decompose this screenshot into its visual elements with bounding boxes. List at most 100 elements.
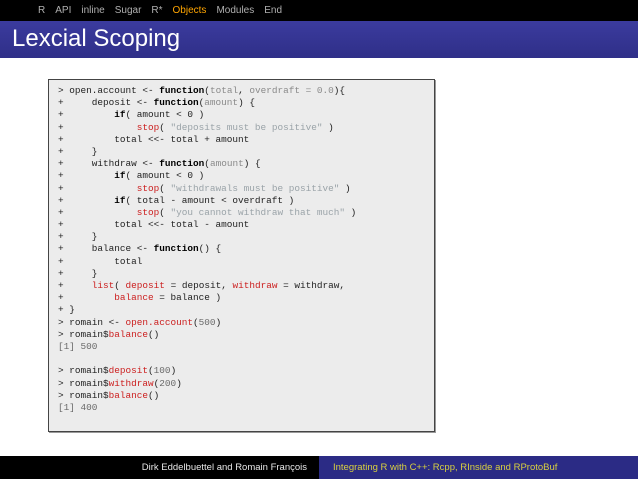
code-token: withdraw	[108, 377, 154, 389]
code-token: if	[114, 194, 126, 206]
code-token: + total <<- total - amount	[58, 219, 250, 231]
code-token: +	[58, 121, 137, 133]
footer-talk-title: Integrating R with C++: Rcpp, RInside an…	[333, 462, 558, 473]
code-token: +	[58, 109, 115, 121]
code-line: + list( deposit = deposit, withdraw = wi…	[58, 280, 356, 292]
code-token: + }	[58, 231, 98, 243]
code-token: )	[176, 377, 182, 389]
code-token: function	[153, 97, 199, 109]
nav-item-sugar[interactable]: Sugar	[110, 5, 147, 16]
code-line: + stop( "you cannot withdraw that much" …	[58, 207, 356, 219]
code-token: balance	[108, 328, 149, 340]
code-token: > romain$	[58, 389, 109, 401]
code-line: + deposit <- function(amount) {	[58, 97, 356, 109]
code-token: stop	[136, 206, 160, 218]
code-token: = deposit,	[164, 280, 233, 291]
code-token: +	[58, 170, 115, 182]
code-line: + }	[58, 231, 356, 243]
code-token: + total <<- total + amount	[58, 133, 250, 145]
code-token: ()	[148, 328, 160, 340]
code-token: 100	[153, 365, 171, 377]
code-line: > romain$balance()	[58, 390, 356, 402]
code-token: balance	[114, 292, 154, 304]
nav-item-objects[interactable]: Objects	[168, 5, 212, 16]
code-token: > romain$	[58, 328, 109, 340]
slide-body: > open.account <- function ( total, overdr…	[0, 58, 638, 456]
code-token: )	[339, 182, 351, 194]
code-line: + }	[58, 146, 356, 158]
nav-item-modules[interactable]: Modules	[211, 5, 259, 16]
code-token: + balance <-	[58, 243, 154, 255]
nav-item-inline[interactable]: inline	[76, 5, 109, 16]
code-listing: > open.account <- function ( total, overdr…	[58, 85, 356, 414]
code-token: stop	[136, 121, 160, 133]
code-token: = withdraw,	[277, 280, 345, 291]
code-token: ,	[238, 85, 250, 96]
code-token: stop	[136, 182, 160, 194]
code-line: + }	[58, 268, 356, 280]
footer-title-panel: Integrating R with C++: Rcpp, RInside an…	[319, 456, 638, 479]
code-token: > open.account <-	[58, 85, 160, 96]
code-token: ) {	[238, 97, 255, 109]
code-line: + balance <- function() {	[58, 243, 356, 255]
code-token: [1] 500	[58, 340, 98, 352]
code-line: + total	[58, 256, 356, 268]
nav-item-r[interactable]: R	[0, 5, 50, 16]
code-token: > romain$	[58, 365, 109, 377]
slide-title-bar: Lexcial Scoping	[0, 21, 638, 58]
code-token: balance	[108, 389, 149, 401]
code-line: + if( amount < 0 )	[58, 109, 356, 121]
nav-item-r[interactable]: R*	[146, 5, 167, 16]
code-token: total	[209, 85, 239, 96]
code-block: > open.account <- function ( total, overdr…	[48, 79, 435, 432]
code-token: +	[58, 292, 115, 304]
section-nav: R API inline Sugar R* Objects Modules End	[0, 0, 638, 21]
code-token: ) {	[243, 158, 261, 170]
code-token: )	[322, 121, 334, 133]
code-token: withdraw	[232, 280, 278, 291]
footer-authors-panel: Dirk Eddelbuettel and Romain François	[0, 456, 319, 479]
code-token: + }	[58, 304, 75, 316]
code-line: + }	[58, 304, 356, 316]
code-token: 200	[159, 377, 177, 389]
code-token: overdraft = 0.0	[249, 85, 334, 96]
code-line: > romain <- open.account(500)	[58, 317, 356, 329]
code-token: "you cannot withdraw that much"	[170, 206, 345, 218]
code-token: (	[159, 182, 171, 194]
code-token: amount	[209, 158, 244, 170]
code-line: > open.account <- function(total, overdr…	[58, 85, 356, 97]
code-line: + if( amount < 0 )	[58, 170, 356, 182]
code-token: )	[170, 365, 177, 377]
code-token: + }	[58, 267, 98, 279]
code-token: +	[58, 194, 115, 206]
code-token: ( amount < 0 )	[125, 170, 205, 182]
footer-authors: Dirk Eddelbuettel and Romain François	[141, 462, 307, 473]
code-token: deposit	[108, 365, 149, 377]
code-token: = balance )	[153, 292, 222, 304]
code-line: > romain$withdraw(200)	[58, 378, 356, 390]
code-token: +	[58, 280, 92, 291]
code-token: (	[159, 206, 171, 218]
code-token: )	[215, 316, 222, 328]
code-token: deposit	[125, 280, 165, 291]
footer: Dirk Eddelbuettel and Romain François In…	[0, 456, 638, 479]
code-token: 500	[198, 316, 216, 328]
code-line: > romain$balance()	[58, 329, 356, 341]
code-line: + balance = balance )	[58, 292, 356, 304]
code-token: ()	[148, 389, 160, 401]
nav-item-api[interactable]: API	[50, 5, 76, 16]
code-token: "deposits must be positive"	[170, 121, 323, 133]
code-token: + withdraw <-	[58, 158, 160, 170]
code-token: > romain <-	[58, 316, 126, 328]
code-token: function	[159, 158, 205, 170]
code-token: "withdrawals must be positive"	[170, 182, 340, 194]
code-token: > romain$	[58, 377, 109, 389]
code-token: amount	[204, 97, 239, 109]
code-token: +	[58, 182, 137, 194]
code-token: if	[114, 170, 126, 182]
code-token: (	[159, 121, 171, 133]
code-line: + total <<- total - amount	[58, 219, 356, 231]
nav-item-end[interactable]: End	[259, 5, 287, 16]
code-token: ( amount < 0 )	[125, 109, 205, 121]
code-token: + total	[58, 255, 143, 267]
